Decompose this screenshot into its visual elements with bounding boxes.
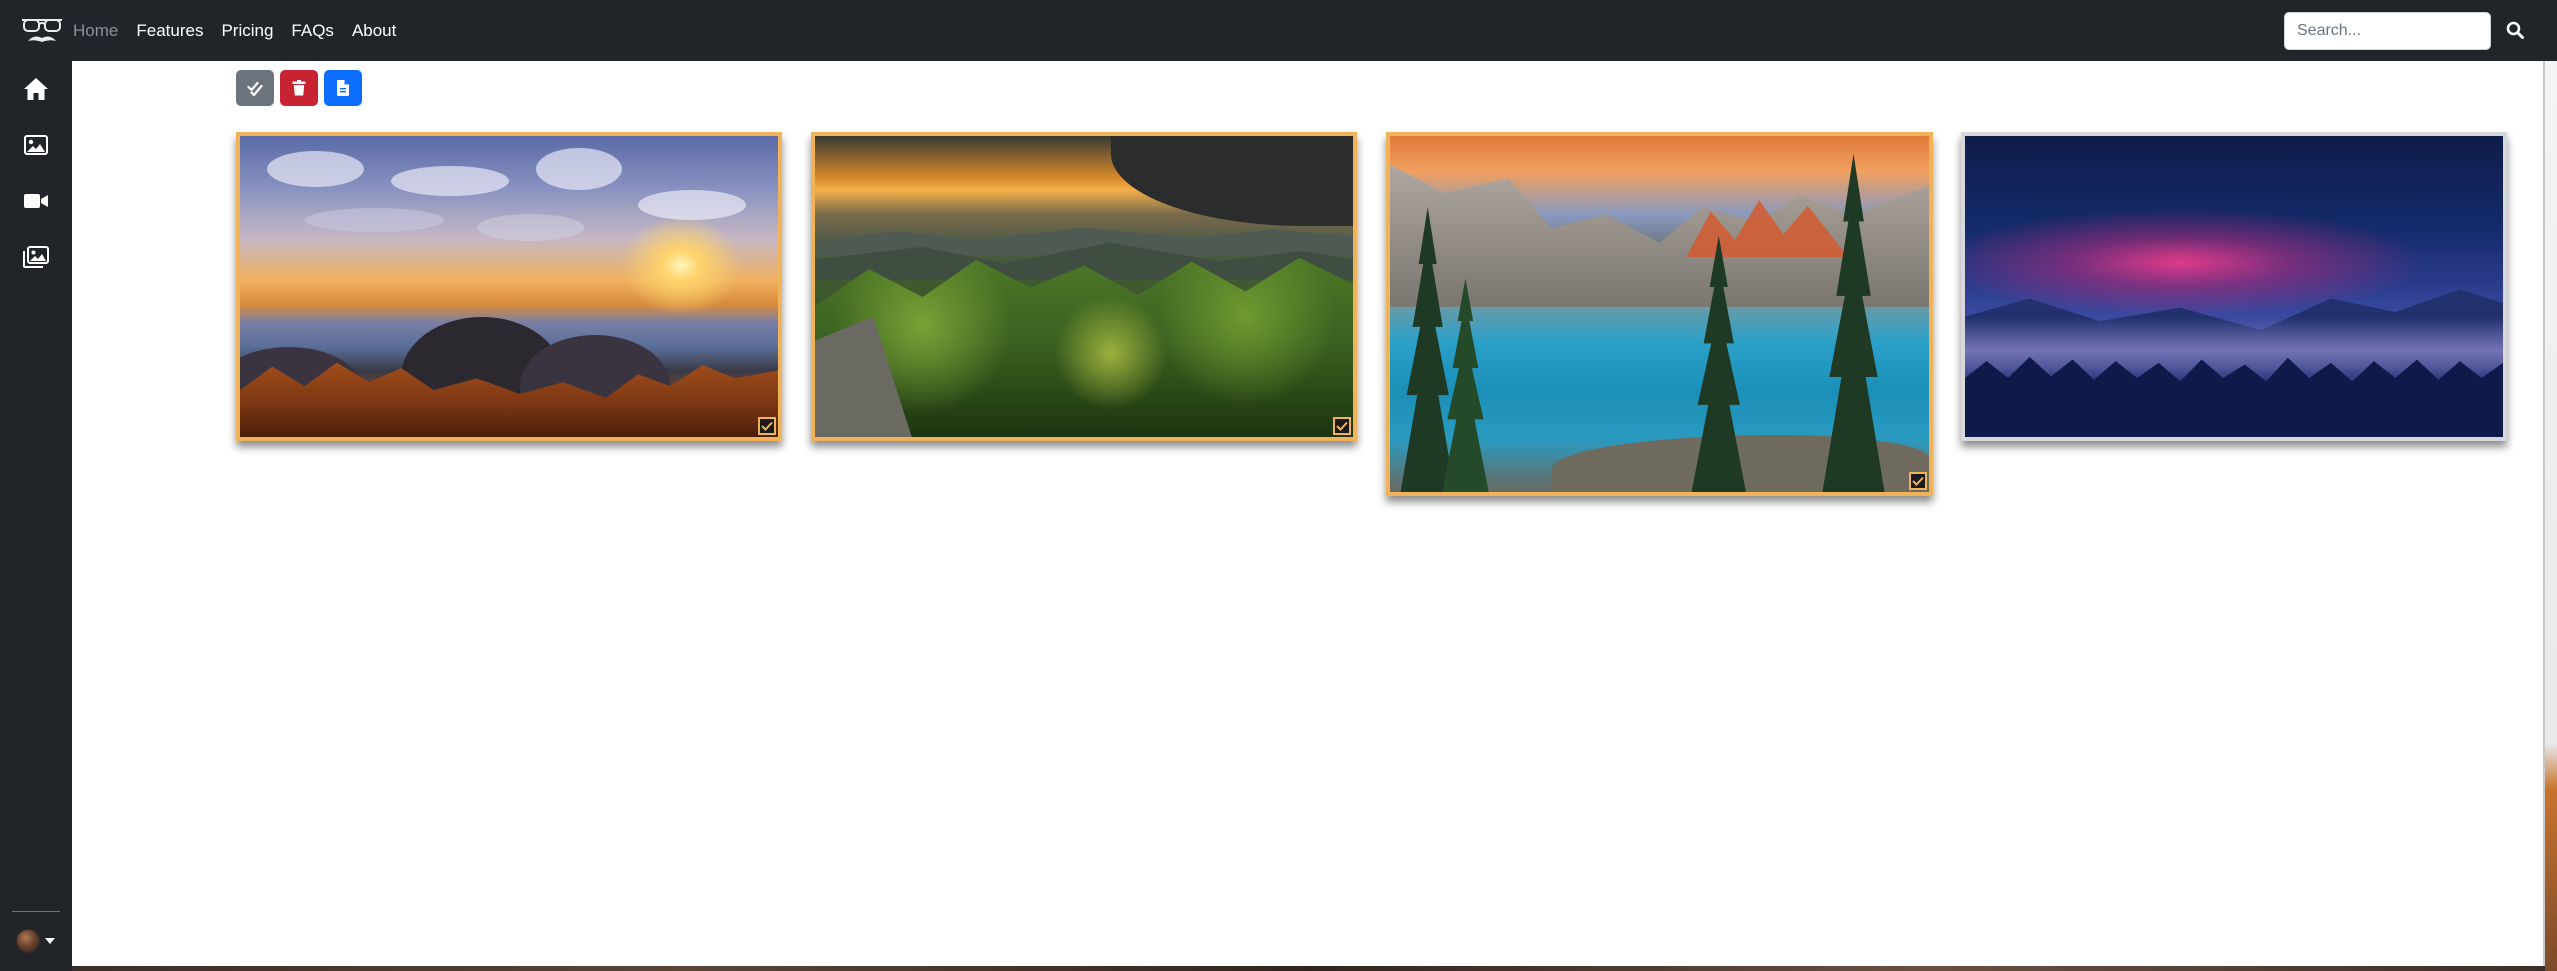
- check-icon: [1912, 476, 1924, 486]
- gallery-item-dusk-mountains[interactable]: [1961, 132, 2507, 441]
- check-icon: [1336, 421, 1348, 431]
- nav-about[interactable]: About: [352, 21, 396, 41]
- images-stack-icon: [23, 246, 49, 268]
- image-icon: [24, 135, 48, 155]
- gallery-item-sunset[interactable]: [236, 132, 782, 441]
- caret-down-icon: [45, 938, 55, 944]
- left-sidebar: [0, 61, 72, 971]
- sidebar-divider: [12, 911, 60, 912]
- glasses-mustache-logo-icon[interactable]: [20, 14, 64, 46]
- sidebar-item-home[interactable]: [22, 75, 50, 103]
- top-navbar: Home Features Pricing FAQs About: [0, 0, 2557, 61]
- gallery-image: [815, 136, 1353, 437]
- selection-checkbox[interactable]: [758, 417, 776, 435]
- background-edge: [2545, 61, 2557, 971]
- background-strip: [72, 966, 2545, 971]
- check-icon: [761, 421, 773, 431]
- video-camera-icon: [24, 194, 48, 208]
- delete-button[interactable]: [280, 70, 318, 106]
- selection-checkbox[interactable]: [1333, 417, 1351, 435]
- file-icon: [337, 80, 349, 96]
- gallery-item-forest[interactable]: [811, 132, 1357, 441]
- home-icon: [24, 78, 48, 100]
- check-double-icon: [247, 81, 263, 96]
- main-nav: Home Features Pricing FAQs About: [73, 0, 414, 61]
- trash-icon: [292, 80, 306, 96]
- sidebar-item-albums[interactable]: [22, 243, 50, 271]
- selection-checkbox[interactable]: [1909, 472, 1927, 490]
- gallery-image: [1965, 136, 2503, 437]
- gallery-image: [240, 136, 778, 437]
- nav-pricing[interactable]: Pricing: [221, 21, 273, 41]
- search-icon: [2506, 21, 2524, 39]
- nav-home[interactable]: Home: [73, 21, 118, 41]
- nav-features[interactable]: Features: [136, 21, 203, 41]
- sidebar-item-images[interactable]: [22, 131, 50, 159]
- nav-faqs[interactable]: FAQs: [291, 21, 334, 41]
- gallery-image: [1390, 136, 1929, 492]
- export-button[interactable]: [324, 70, 362, 106]
- search-button[interactable]: [2503, 16, 2527, 44]
- avatar: [16, 929, 40, 953]
- sidebar-item-videos[interactable]: [22, 187, 50, 215]
- gallery-item-mountain-lake[interactable]: [1386, 132, 1933, 496]
- search-input[interactable]: [2284, 12, 2491, 50]
- select-all-button[interactable]: [236, 70, 274, 106]
- account-menu-toggle[interactable]: [16, 928, 58, 954]
